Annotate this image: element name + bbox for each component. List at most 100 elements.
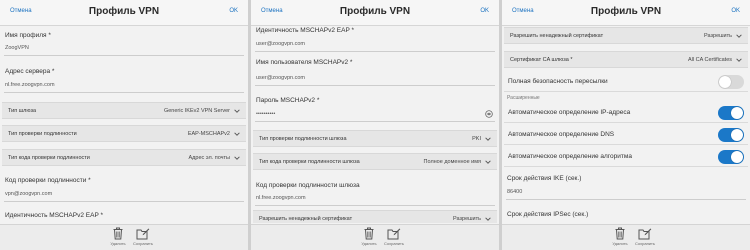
mschap-user-label: Имя пользователя MSCHAPv2 * [256, 59, 353, 66]
toggle-knob [731, 151, 743, 163]
vpn-profile-panel-2: Отмена Профиль VPN OK Идентичность MSCHA… [251, 0, 499, 250]
auto-algo-toggle[interactable] [718, 150, 744, 164]
bottom-toolbar: Удалить Сохранить [0, 224, 248, 250]
ike-lifetime-label: Срок действия IKE (сек.) [507, 175, 582, 182]
toggle-knob [731, 129, 743, 141]
pfs-toggle[interactable] [718, 75, 744, 89]
gateway-type-value: Generic IKEv2 VPN Server [163, 108, 230, 114]
ok-button[interactable]: OK [229, 8, 238, 14]
auth-type-label: Тип проверки подлинности [8, 131, 77, 137]
pfs-row: Полная безопасность пересылки [504, 72, 748, 92]
gateway-type-label: Тип шлюза [8, 108, 37, 114]
gw-auth-type-value: PKI [472, 136, 481, 142]
chevron-down-icon [736, 58, 742, 62]
save-icon [136, 228, 150, 240]
trash-icon [615, 227, 625, 240]
bottom-toolbar: Удалить Сохранить [251, 224, 499, 250]
save-label: Сохранить [133, 241, 153, 246]
trash-icon [364, 227, 374, 240]
server-address-field[interactable]: nl.free.zoogvpn.com [5, 82, 55, 88]
mschap-pass-label: Пароль MSCHAPv2 * [256, 97, 320, 104]
mschap-id-field[interactable]: user@zoogvpn.com [256, 41, 305, 47]
eye-icon[interactable] [485, 110, 493, 118]
form-content: Разрешить ненадежный сертификат Разрешит… [502, 27, 750, 223]
gateway-type-dropdown[interactable]: Тип шлюза Generic IKEv2 VPN Server [2, 102, 246, 119]
gw-auth-id-type-dropdown[interactable]: Тип кода проверки подлинности шлюза Полн… [253, 153, 497, 170]
auth-id-type-value: Адрес эл. почты [188, 155, 230, 161]
profile-name-label: Имя профиля * [5, 32, 51, 39]
page-title: Профиль VPN [590, 6, 662, 17]
auth-type-dropdown[interactable]: Тип проверки подлинности EAP-MSCHAPv2 [2, 125, 246, 142]
save-button[interactable]: Сохранить [630, 227, 660, 246]
chevron-down-icon [485, 137, 491, 141]
ca-cert-value: All CA Certificates [687, 57, 732, 63]
save-icon [638, 228, 652, 240]
ike-lifetime-field[interactable]: 86400 [507, 189, 522, 195]
chevron-down-icon [485, 217, 491, 221]
divider [255, 51, 495, 52]
page-title: Профиль VPN [339, 6, 411, 17]
vpn-profile-panel-3: Отмена Профиль VPN OK Разрешить ненадежн… [502, 0, 750, 250]
server-address-label: Адрес сервера * [5, 68, 55, 75]
ok-button[interactable]: OK [731, 8, 740, 14]
auth-id-type-label: Тип кода проверки подлинности [8, 155, 90, 161]
mschap-user-field[interactable]: user@zoogvpn.com [256, 75, 305, 81]
auto-ip-toggle[interactable] [718, 106, 744, 120]
ca-cert-label: Сертификат CA шлюза * [510, 57, 573, 63]
mschap-pass-field[interactable]: •••••••••• [256, 111, 275, 117]
chevron-down-icon [234, 132, 240, 136]
save-label: Сохранить [635, 241, 655, 246]
auto-dns-toggle[interactable] [718, 128, 744, 142]
divider [255, 121, 495, 122]
form-content: Имя профиля * ZoogVPN Адрес сервера * nl… [0, 27, 248, 223]
auth-id-type-dropdown[interactable]: Тип кода проверки подлинности Адрес эл. … [2, 149, 246, 166]
gw-auth-id-label: Код проверки подлинности шлюза [256, 182, 360, 189]
untrusted-cert-label: Разрешить ненадежный сертификат [510, 33, 604, 39]
auto-ip-row: Автоматическое определение IP-адреса [504, 103, 748, 123]
untrusted-cert-value: Разрешить [704, 33, 732, 39]
save-button[interactable]: Сохранить [379, 227, 409, 246]
toggle-knob [719, 76, 731, 88]
auto-algo-row: Автоматическое определение алгоритма [504, 147, 748, 167]
untrusted-cert-dropdown[interactable]: Разрешить ненадежный сертификат Разрешит… [253, 210, 497, 223]
auth-type-value: EAP-MSCHAPv2 [187, 131, 230, 137]
profile-name-field[interactable]: ZoogVPN [5, 45, 29, 51]
auto-algo-label: Автоматическое определение алгоритма [508, 153, 632, 160]
top-bar: Отмена Профиль VPN OK [0, 0, 248, 26]
ipsec-lifetime-label: Срок действия IPSec (сек.) [507, 211, 589, 218]
ok-button[interactable]: OK [480, 8, 489, 14]
divider [4, 55, 244, 56]
ca-cert-dropdown[interactable]: Сертификат CA шлюза * All CA Certificate… [504, 51, 748, 68]
mschap-id-label: Идентичность MSCHAPv2 EAP * [256, 27, 354, 34]
top-bar: Отмена Профиль VPN OK [502, 0, 750, 26]
bottom-toolbar: Удалить Сохранить [502, 224, 750, 250]
save-button[interactable]: Сохранить [128, 227, 158, 246]
chevron-down-icon [736, 34, 742, 38]
top-bar: Отмена Профиль VPN OK [251, 0, 499, 26]
gw-auth-type-dropdown[interactable]: Тип проверки подлинности шлюза PKI [253, 130, 497, 147]
untrusted-cert-label: Разрешить ненадежный сертификат [259, 216, 353, 222]
auto-ip-label: Автоматическое определение IP-адреса [508, 109, 631, 116]
divider [4, 201, 244, 202]
gw-auth-type-label: Тип проверки подлинности шлюза [259, 136, 347, 142]
auth-id-label: Код проверки подлинности * [5, 177, 91, 184]
gw-auth-id-type-label: Тип кода проверки подлинности шлюза [259, 159, 360, 165]
divider [255, 85, 495, 86]
mschap-id-label: Идентичность MSCHAPv2 EAP * [5, 212, 103, 219]
untrusted-cert-dropdown[interactable]: Разрешить ненадежный сертификат Разрешит… [504, 27, 748, 44]
gw-auth-id-field[interactable]: nl.free.zoogvpn.com [256, 195, 306, 201]
form-content: Идентичность MSCHAPv2 EAP * user@zoogvpn… [251, 27, 499, 223]
divider [4, 92, 244, 93]
vpn-profile-panel-1: Отмена Профиль VPN OK Имя профиля * Zoog… [0, 0, 248, 250]
page-title: Профиль VPN [88, 6, 160, 17]
chevron-down-icon [234, 109, 240, 113]
auth-id-field[interactable]: vpn@zoogvpn.com [5, 191, 52, 197]
auto-dns-row: Автоматическое определение DNS [504, 125, 748, 145]
chevron-down-icon [234, 156, 240, 160]
advanced-section-label: Расширенные [507, 95, 540, 101]
pfs-label: Полная безопасность пересылки [508, 78, 608, 85]
gw-auth-id-type-value: Полное доменное имя [423, 159, 481, 165]
divider [506, 199, 746, 200]
toggle-knob [731, 107, 743, 119]
trash-icon [113, 227, 123, 240]
